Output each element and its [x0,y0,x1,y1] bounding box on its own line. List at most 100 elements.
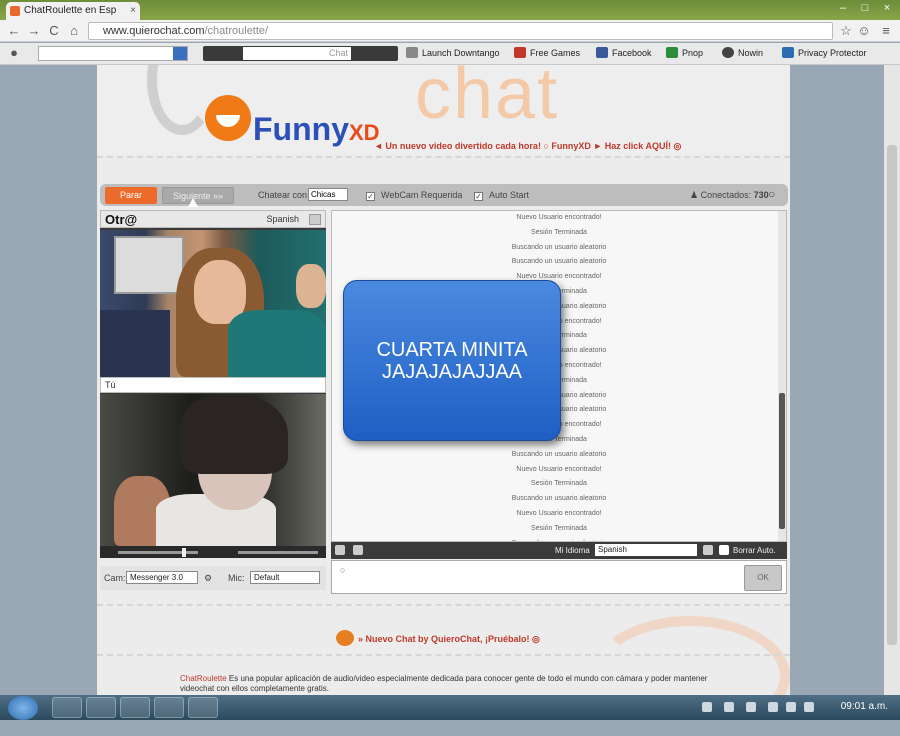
bookmark-facebook[interactable]: Facebook [596,47,652,58]
extension-toolbar: ● Chat Launch Downtango Free Games Faceb… [0,43,900,65]
send-button[interactable]: OK [744,565,782,591]
taskbar-media-icon[interactable] [120,697,150,718]
divider [97,604,790,606]
taskbar-clock[interactable]: 09:01 a.m. [841,701,888,712]
minimize-button[interactable]: – [834,1,852,15]
chat-message-input[interactable]: ○ OK [331,560,787,594]
chat-scrollbar[interactable] [778,211,786,541]
clear-auto-checkbox[interactable] [719,545,729,555]
chat-scroll-thumb[interactable] [779,393,785,529]
tray-icon[interactable] [702,702,712,712]
start-button[interactable] [8,696,38,720]
bookmark-star-icon[interactable]: ☆ [838,23,854,39]
nuevo-chat-link[interactable]: » Nuevo Chat by QuieroChat, ¡Pruébalo! ◎ [336,630,540,646]
bookmark-nowin[interactable]: Nowin [722,47,763,58]
taskbar-explorer-icon[interactable] [52,697,82,718]
volume-controls [100,546,326,558]
webcam-checkbox[interactable]: ✓ [366,192,375,201]
language-label: Mi Idioma [555,546,590,555]
forward-button[interactable]: → [26,23,42,39]
autostart-checkbox[interactable]: ✓ [474,192,483,201]
mic-volume-slider[interactable] [238,551,318,554]
promo-link[interactable]: ◄ Un nuevo video divertido cada hora! ○ … [374,141,681,152]
person-silhouette [100,310,170,377]
self-hair [180,394,288,474]
funnyxd-logo-icon[interactable] [205,95,251,141]
extension-icon[interactable]: ☺ [856,23,872,39]
volume-knob[interactable] [182,548,186,557]
divider [97,156,790,158]
refresh-icon[interactable]: ○ [768,187,775,201]
tray-icon[interactable] [746,702,756,712]
taskbar-app-icon[interactable] [188,697,218,718]
close-window-button[interactable]: × [878,1,896,15]
background-window [114,236,184,294]
chat-log-line: Buscando un usuario aleatorio [511,450,607,458]
text-cursor-icon: ○ [340,565,346,575]
speaker-volume-slider[interactable] [118,551,198,554]
back-button[interactable]: ← [6,23,22,39]
page-scroll-thumb[interactable] [887,145,897,645]
report-icon[interactable] [309,214,321,225]
browser-tab[interactable]: ChatRoulette en Esp × [6,2,140,20]
video-caption-overlay: CUARTA MINITA JAJAJAJAJJAA [343,280,561,441]
autostart-option[interactable]: ✓ Auto Start [474,190,529,201]
home-button[interactable]: ⌂ [66,23,82,39]
webcam-required-option[interactable]: ✓ WebCam Requerida [366,190,462,201]
reload-button[interactable]: C [46,23,62,39]
bookmark-privacy[interactable]: Privacy Protector [782,47,867,58]
cam-settings-icon[interactable]: ⚙ [204,573,212,584]
language-select[interactable]: Spanish [595,544,697,556]
funnyxd-logo[interactable]: FunnyXD [253,111,380,148]
taskbar-chrome-icon[interactable] [86,697,116,718]
connected-users: ♟ Conectados: 730 [690,190,769,200]
chat-log-line: Sesión Terminada [531,524,587,532]
windows-taskbar: 09:01 a.m. [0,695,900,720]
chat-with-label: Chatear con [258,190,308,200]
next-button[interactable]: Siguiente »» [162,187,234,204]
partner-video [100,230,326,377]
toolbar-search-input[interactable] [38,46,188,61]
tray-icon[interactable] [768,702,778,712]
shield-icon [782,47,794,58]
address-toolbar: ← → C ⌂ www.quierochat.com/chatroulette/… [0,20,900,42]
page-scrollbar[interactable] [884,65,900,695]
tray-icon[interactable] [724,702,734,712]
menu-wrench-icon[interactable]: ≡ [878,23,894,39]
chat-log-line: Nuevo Usuario encontrado! [516,214,602,221]
taskbar-app-icon[interactable] [154,697,184,718]
facebook-icon [596,47,608,58]
brand-link[interactable]: ChatRoulette [180,674,227,683]
close-tab-icon[interactable]: × [130,2,136,20]
mascot-icon [336,630,354,646]
search-icon[interactable] [173,47,187,60]
bookmark-launch[interactable]: Launch Downtango [406,47,500,58]
connected-count: 730 [753,190,769,200]
partner-name: Otr@ [105,212,138,227]
emoticon-icon[interactable] [335,545,345,555]
chat-log-line: Nuevo Usuario encontrado! [516,465,602,473]
toolbar-widget-field[interactable]: Chat [243,47,351,60]
self-label: Tú [100,377,326,393]
games-icon [514,47,526,58]
partner-language: Spanish [266,214,299,224]
bookmark-icon [406,47,418,58]
font-icon[interactable] [353,545,363,555]
person-jacket [228,310,326,377]
chat-control-bar: Parar Siguiente »» Chatear con Chicas ✓ W… [100,184,788,206]
sound-icon[interactable] [703,545,713,555]
mic-label: Mic: [228,573,245,583]
site-favicon-icon [10,6,20,16]
maximize-button[interactable]: □ [856,1,874,15]
chat-with-select[interactable]: Chicas [308,188,348,201]
bookmark-pnop[interactable]: Pnop [666,47,703,58]
url-field[interactable]: www.quierochat.com/chatroulette/ [88,22,833,40]
toolbar-logo-icon[interactable]: ● [6,45,22,61]
bookmark-free-games[interactable]: Free Games [514,47,580,58]
volume-icon[interactable] [804,702,814,712]
cam-select[interactable]: Messenger 3.0 [126,571,198,584]
stop-button[interactable]: Parar [105,187,157,204]
mic-select[interactable]: Default [250,571,320,584]
header-chat-word: chat [415,65,560,134]
network-icon[interactable] [786,702,796,712]
